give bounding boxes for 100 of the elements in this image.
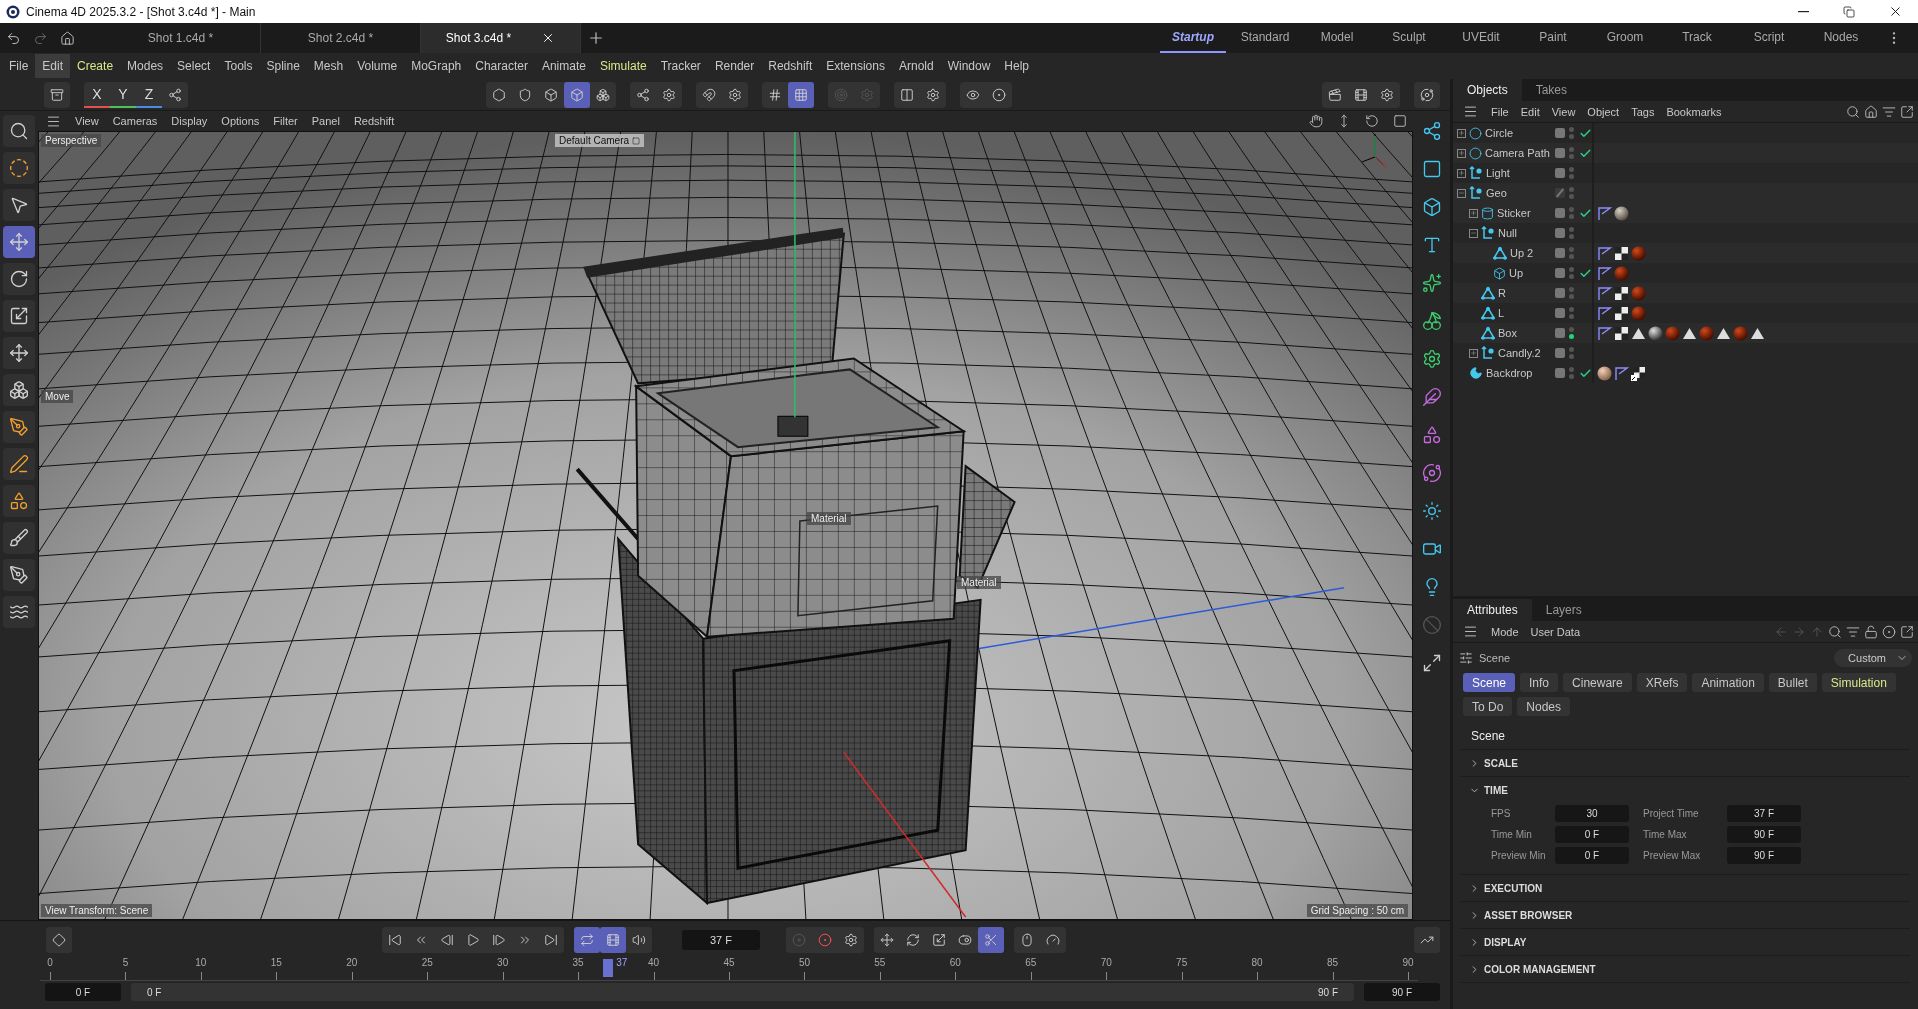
end-frame-field[interactable]: 90 F <box>1364 983 1440 1001</box>
panel-menu-item[interactable]: Bookmarks <box>1661 105 1727 118</box>
panel-tab[interactable]: Attributes <box>1453 599 1532 621</box>
layout-tab[interactable]: Script <box>1736 23 1802 53</box>
object-name[interactable]: Up <box>1509 267 1524 279</box>
object-name[interactable]: Camera Path <box>1485 147 1550 159</box>
axis-lock-button[interactable]: X <box>84 81 110 108</box>
panel-menu-item[interactable]: User Data <box>1525 625 1586 638</box>
view-transform-label: View Transform: Scene <box>41 904 153 917</box>
tick-label: 70 <box>1100 957 1112 968</box>
menu-item[interactable]: Edit <box>35 54 71 78</box>
viewport-menu-item[interactable]: Options <box>215 115 266 127</box>
section-header[interactable]: SCALE <box>1461 750 1910 776</box>
panel-menu-item[interactable]: File <box>1486 105 1514 118</box>
layout-tab[interactable]: Paint <box>1520 23 1586 53</box>
tick-label: 50 <box>798 957 810 968</box>
layout-tab[interactable]: UVEdit <box>1448 23 1514 53</box>
tick-label: 15 <box>270 957 282 968</box>
attribute-tab[interactable]: Scene <box>1463 673 1516 692</box>
axis-lock-button[interactable]: Z <box>136 81 162 108</box>
panel-tab[interactable]: Objects <box>1453 79 1522 101</box>
layout-tab[interactable]: Groom <box>1592 23 1658 53</box>
menu-item[interactable]: Render <box>707 54 762 78</box>
viewport-menu-item[interactable]: Cameras <box>106 115 164 127</box>
current-frame-field[interactable]: 37 F <box>682 930 760 950</box>
tick-label: 90 <box>1402 957 1414 968</box>
document-tab[interactable]: Shot 3.c4d * <box>421 23 581 53</box>
menu-item[interactable]: Select <box>170 54 218 78</box>
panel-menu-item[interactable]: View <box>1546 105 1581 118</box>
menu-item[interactable]: Character <box>468 54 535 78</box>
object-name[interactable]: Candly.2 <box>1498 347 1541 359</box>
menu-item[interactable]: Window <box>940 54 998 78</box>
section-header[interactable]: TIME <box>1461 777 1910 803</box>
start-frame-field[interactable]: 0 F <box>45 983 121 1001</box>
viewport-menu-item[interactable]: Display <box>165 115 214 127</box>
layout-tab[interactable]: Model <box>1304 23 1370 53</box>
tick-label: 85 <box>1327 957 1339 968</box>
value-field[interactable]: 0 F <box>1555 847 1629 864</box>
section-header[interactable]: EXECUTION <box>1461 875 1910 901</box>
viewport-menu-item[interactable]: Filter <box>267 115 304 127</box>
grid-spacing-label: Grid Spacing : 50 cm <box>1306 904 1408 917</box>
attribute-tab[interactable]: Nodes <box>1517 697 1571 716</box>
object-name[interactable]: Null <box>1498 227 1517 239</box>
object-name[interactable]: Light <box>1486 167 1510 179</box>
menu-item[interactable]: Simulate <box>592 54 654 78</box>
layout-tab[interactable]: Track <box>1664 23 1730 53</box>
attribute-tab[interactable]: Simulation <box>1821 673 1896 692</box>
viewport-menu-item[interactable]: Panel <box>305 115 346 127</box>
panel-menu-item[interactable]: Mode <box>1486 625 1524 638</box>
object-name[interactable]: Backdrop <box>1486 367 1533 379</box>
menu-item[interactable]: Spline <box>259 54 307 78</box>
object-name[interactable]: Up 2 <box>1510 247 1534 259</box>
attribute-tab[interactable]: Info <box>1520 673 1559 692</box>
camera-label[interactable]: Default Camera <box>555 134 645 147</box>
menu-item[interactable]: Help <box>997 54 1037 78</box>
value-field[interactable]: 30 <box>1555 805 1629 822</box>
menu-item[interactable]: Tools <box>217 54 260 78</box>
section-header[interactable]: COLOR MANAGEMENT <box>1461 956 1910 982</box>
object-name[interactable]: Circle <box>1485 127 1514 139</box>
value-field[interactable]: 0 F <box>1555 826 1629 843</box>
preview-range-bar[interactable]: 0 F 90 F <box>131 983 1354 1001</box>
object-name[interactable]: R <box>1498 287 1506 299</box>
menu-item[interactable]: MoGraph <box>404 54 469 78</box>
preset-dropdown[interactable]: Custom <box>1834 649 1912 667</box>
value-field[interactable]: 37 F <box>1727 805 1801 822</box>
panel-menu-item[interactable]: Tags <box>1626 105 1660 118</box>
attribute-tab[interactable]: Bullet <box>1768 673 1817 692</box>
menu-item[interactable]: Arnold <box>891 54 941 78</box>
object-name[interactable]: Box <box>1498 327 1517 339</box>
menu-item[interactable]: Modes <box>120 54 171 78</box>
panel-tab[interactable]: Layers <box>1531 599 1596 621</box>
section-header[interactable]: DISPLAY <box>1461 929 1910 955</box>
axis-lock-button[interactable]: Y <box>110 81 136 108</box>
value-field[interactable]: 90 F <box>1727 847 1801 864</box>
menu-item[interactable]: Volume <box>350 54 405 78</box>
layout-tab[interactable]: Standard <box>1232 23 1298 53</box>
panel-tab[interactable]: Takes <box>1521 79 1582 101</box>
attribute-tab[interactable]: Cineware <box>1563 673 1632 692</box>
menu-item[interactable]: Mesh <box>306 54 351 78</box>
section-header[interactable]: ASSET BROWSER <box>1461 902 1910 928</box>
viewport-menu-item[interactable]: Redshift <box>347 115 401 127</box>
menu-item[interactable]: Redshift <box>761 54 820 78</box>
attribute-tab[interactable]: To Do <box>1463 697 1513 716</box>
layout-tab[interactable]: Nodes <box>1808 23 1874 53</box>
range-start-label: 0 F <box>147 986 162 998</box>
menu-item[interactable]: Create <box>70 54 121 78</box>
attribute-tab[interactable]: XRefs <box>1636 673 1688 692</box>
object-name[interactable]: Geo <box>1486 187 1507 199</box>
viewport-menu-item[interactable]: View <box>69 115 105 127</box>
menu-item[interactable]: File <box>2 54 36 78</box>
menu-item[interactable]: Extensions <box>819 54 892 78</box>
value-field[interactable]: 90 F <box>1727 826 1801 843</box>
layout-tab[interactable]: Sculpt <box>1376 23 1442 53</box>
object-name[interactable]: L <box>1498 307 1505 319</box>
menu-item[interactable]: Tracker <box>653 54 708 78</box>
menu-item[interactable]: Animate <box>534 54 593 78</box>
object-name[interactable]: Sticker <box>1497 207 1531 219</box>
attribute-tab[interactable]: Animation <box>1692 673 1764 692</box>
panel-menu-item[interactable]: Object <box>1582 105 1625 118</box>
panel-menu-item[interactable]: Edit <box>1515 105 1545 118</box>
